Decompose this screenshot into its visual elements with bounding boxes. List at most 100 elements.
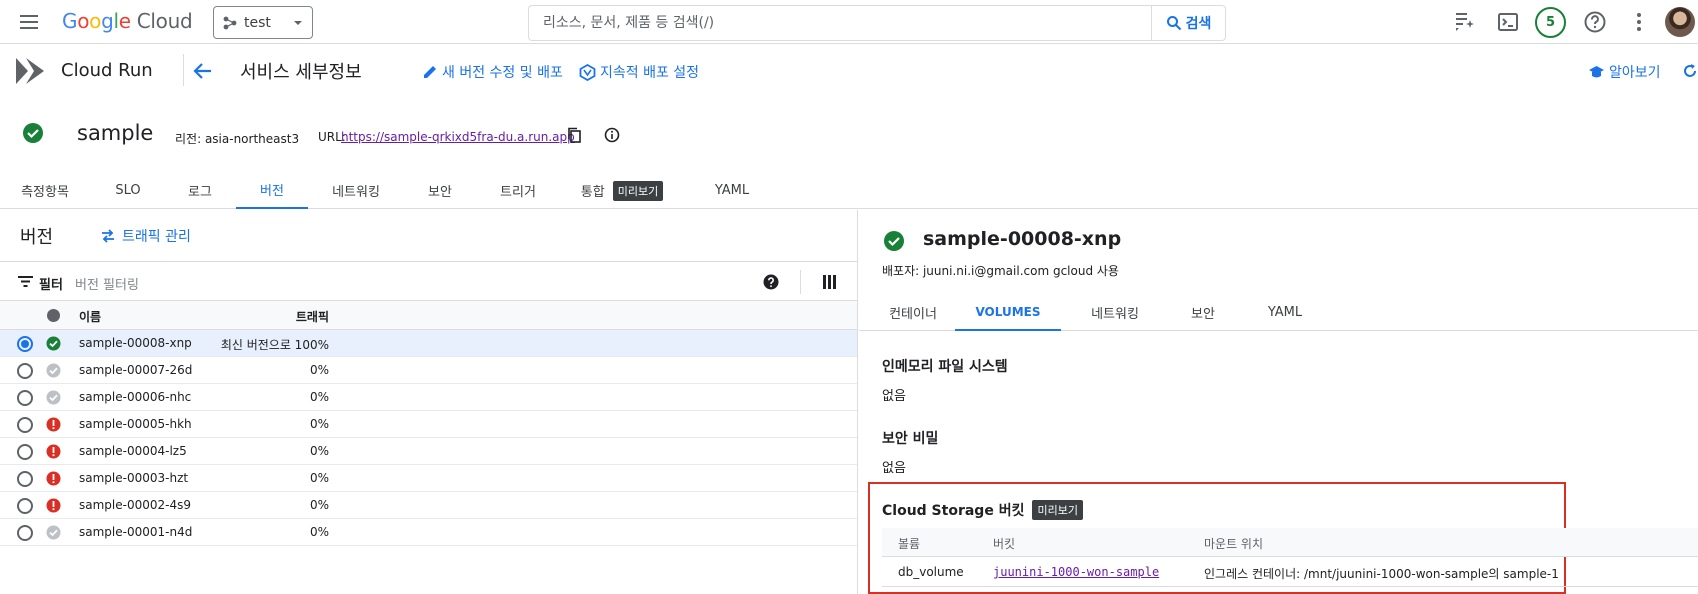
google-cloud-logo[interactable]: Google Cloud <box>62 9 193 33</box>
col-name[interactable]: 이름 <box>79 308 101 325</box>
tab-logs[interactable]: 로그 <box>166 172 234 209</box>
col-bucket: 버킷 <box>993 537 1016 551</box>
tab-slo[interactable]: SLO <box>95 172 161 209</box>
volumes-table-header: 볼륨 버킷 마운트 위치 <box>882 528 1698 557</box>
edit-deploy-button[interactable]: 새 버전 수정 및 배포 <box>422 62 563 82</box>
tab-triggers[interactable]: 트리거 <box>482 172 554 209</box>
status-inactive-icon <box>46 363 61 378</box>
filter-label: 필터 <box>39 278 63 293</box>
status-inactive-icon <box>46 525 61 540</box>
revision-traffic: 0% <box>309 417 329 431</box>
gemini-chat-icon[interactable] <box>1452 10 1476 34</box>
revision-radio[interactable] <box>17 336 33 352</box>
revision-radio[interactable] <box>17 471 33 487</box>
filter-bar: 필터 버전 필터링 <box>0 261 857 301</box>
continuous-deploy-button[interactable]: 지속적 배포 설정 <box>579 62 699 82</box>
revision-radio[interactable] <box>17 444 33 460</box>
preview-badge: 미리보기 <box>1032 500 1083 520</box>
cloud-run-logo-icon <box>16 58 44 84</box>
copy-icon[interactable] <box>566 127 582 143</box>
inmemory-fs-value: 없음 <box>882 389 906 404</box>
status-ok-icon <box>46 336 61 351</box>
table-row[interactable]: sample-00002-4s9 0% <box>0 492 857 519</box>
secrets-heading: 보안 비밀 <box>882 431 939 447</box>
search-icon <box>1166 16 1181 31</box>
table-row[interactable]: sample-00001-n4d 0% <box>0 519 857 546</box>
tab-security[interactable]: 보안 <box>406 172 474 209</box>
status-error-icon <box>46 498 61 513</box>
tab-revisions[interactable]: 버전 <box>236 172 308 209</box>
search-input[interactable] <box>529 6 1151 40</box>
cloud-shell-icon[interactable] <box>1496 10 1520 34</box>
product-name: Cloud Run <box>61 60 153 81</box>
project-name: test <box>244 14 271 31</box>
revision-radio[interactable] <box>17 363 33 379</box>
help-icon[interactable] <box>1583 10 1607 34</box>
table-row[interactable]: sample-00005-hkh 0% <box>0 411 857 438</box>
gcs-bucket-heading: Cloud Storage 버킷 미리보기 <box>882 500 1083 520</box>
service-url-link[interactable]: https://sample-qrkixd5fra-du.a.run.app <box>341 130 575 144</box>
revision-ok-icon <box>884 231 904 251</box>
revisions-title: 버전 <box>20 227 54 248</box>
search-button[interactable]: 검색 <box>1151 6 1225 40</box>
service-name: sample <box>77 121 154 145</box>
tab-volumes[interactable]: VOLUMES <box>955 294 1061 331</box>
back-arrow-icon[interactable] <box>191 59 215 83</box>
volume-name: db_volume <box>898 565 964 579</box>
revision-radio[interactable] <box>17 525 33 541</box>
col-traffic[interactable]: 트래픽 <box>150 308 329 325</box>
table-row[interactable]: sample-00008-xnp 최신 버전으로 100% <box>0 330 857 357</box>
school-icon <box>1589 66 1604 78</box>
table-row[interactable]: sample-00007-26d 0% <box>0 357 857 384</box>
revision-traffic: 0% <box>309 390 329 404</box>
project-selector[interactable]: test <box>213 6 313 39</box>
region-info: 리전: asia-northeast3 <box>175 132 300 146</box>
tab-integrations[interactable]: 통합 미리보기 <box>572 172 672 209</box>
notifications-badge[interactable]: 5 <box>1535 7 1566 38</box>
info-icon[interactable] <box>604 127 620 143</box>
status-error-icon <box>46 444 61 459</box>
revision-detail-tabs: 컨테이너 VOLUMES 네트워킹 보안 YAML <box>859 294 1698 331</box>
swap-horiz-icon <box>102 229 114 243</box>
user-avatar[interactable] <box>1665 7 1695 37</box>
manage-traffic-button[interactable]: 트래픽 관리 <box>100 226 191 246</box>
col-mount: 마운트 위치 <box>1204 537 1264 551</box>
tab-detail-yaml[interactable]: YAML <box>1245 294 1325 331</box>
refresh-icon[interactable] <box>1682 63 1698 79</box>
hamburger-menu-icon[interactable] <box>18 11 42 33</box>
service-ok-icon <box>23 123 43 143</box>
table-row[interactable]: sample-00003-hzt 0% <box>0 465 857 492</box>
table-row[interactable]: sample-00006-nhc 0% <box>0 384 857 411</box>
help-circle-icon[interactable] <box>763 274 779 290</box>
revision-radio[interactable] <box>17 390 33 406</box>
chevron-down-icon <box>294 20 302 25</box>
table-row[interactable]: sample-00004-lz5 0% <box>0 438 857 465</box>
revision-radio[interactable] <box>17 498 33 514</box>
tab-detail-networking[interactable]: 네트워킹 <box>1077 294 1153 331</box>
filter-icon <box>18 276 33 287</box>
col-volume: 볼륨 <box>898 537 921 551</box>
learn-button[interactable]: 알아보기 <box>1588 62 1661 82</box>
secrets-value: 없음 <box>882 461 906 476</box>
revision-traffic: 0% <box>309 444 329 458</box>
status-error-icon <box>46 417 61 432</box>
revision-traffic: 0% <box>309 363 329 377</box>
more-vert-icon[interactable] <box>1627 10 1651 34</box>
column-display-icon[interactable] <box>823 275 836 289</box>
bucket-link[interactable]: juunini-1000-won-sample <box>993 565 1159 579</box>
tab-networking[interactable]: 네트워킹 <box>318 172 394 209</box>
tab-yaml[interactable]: YAML <box>692 172 772 209</box>
revision-radio[interactable] <box>17 417 33 433</box>
search-bar: 검색 <box>528 5 1226 41</box>
tab-container[interactable]: 컨테이너 <box>873 294 953 331</box>
inmemory-fs-heading: 인메모리 파일 시스템 <box>882 359 1008 375</box>
filter-input[interactable]: 버전 필터링 <box>75 274 139 293</box>
status-error-icon <box>46 471 61 486</box>
tab-detail-security[interactable]: 보안 <box>1169 294 1237 331</box>
mount-path: 인그레스 컨테이너: /mnt/juunini-1000-won-sample의… <box>1204 567 1559 581</box>
status-inactive-icon <box>46 390 61 405</box>
page-title: 서비스 세부정보 <box>240 62 362 83</box>
status-column-icon <box>47 309 60 322</box>
tab-metrics[interactable]: 측정항목 <box>0 172 90 209</box>
revision-traffic: 0% <box>309 525 329 539</box>
